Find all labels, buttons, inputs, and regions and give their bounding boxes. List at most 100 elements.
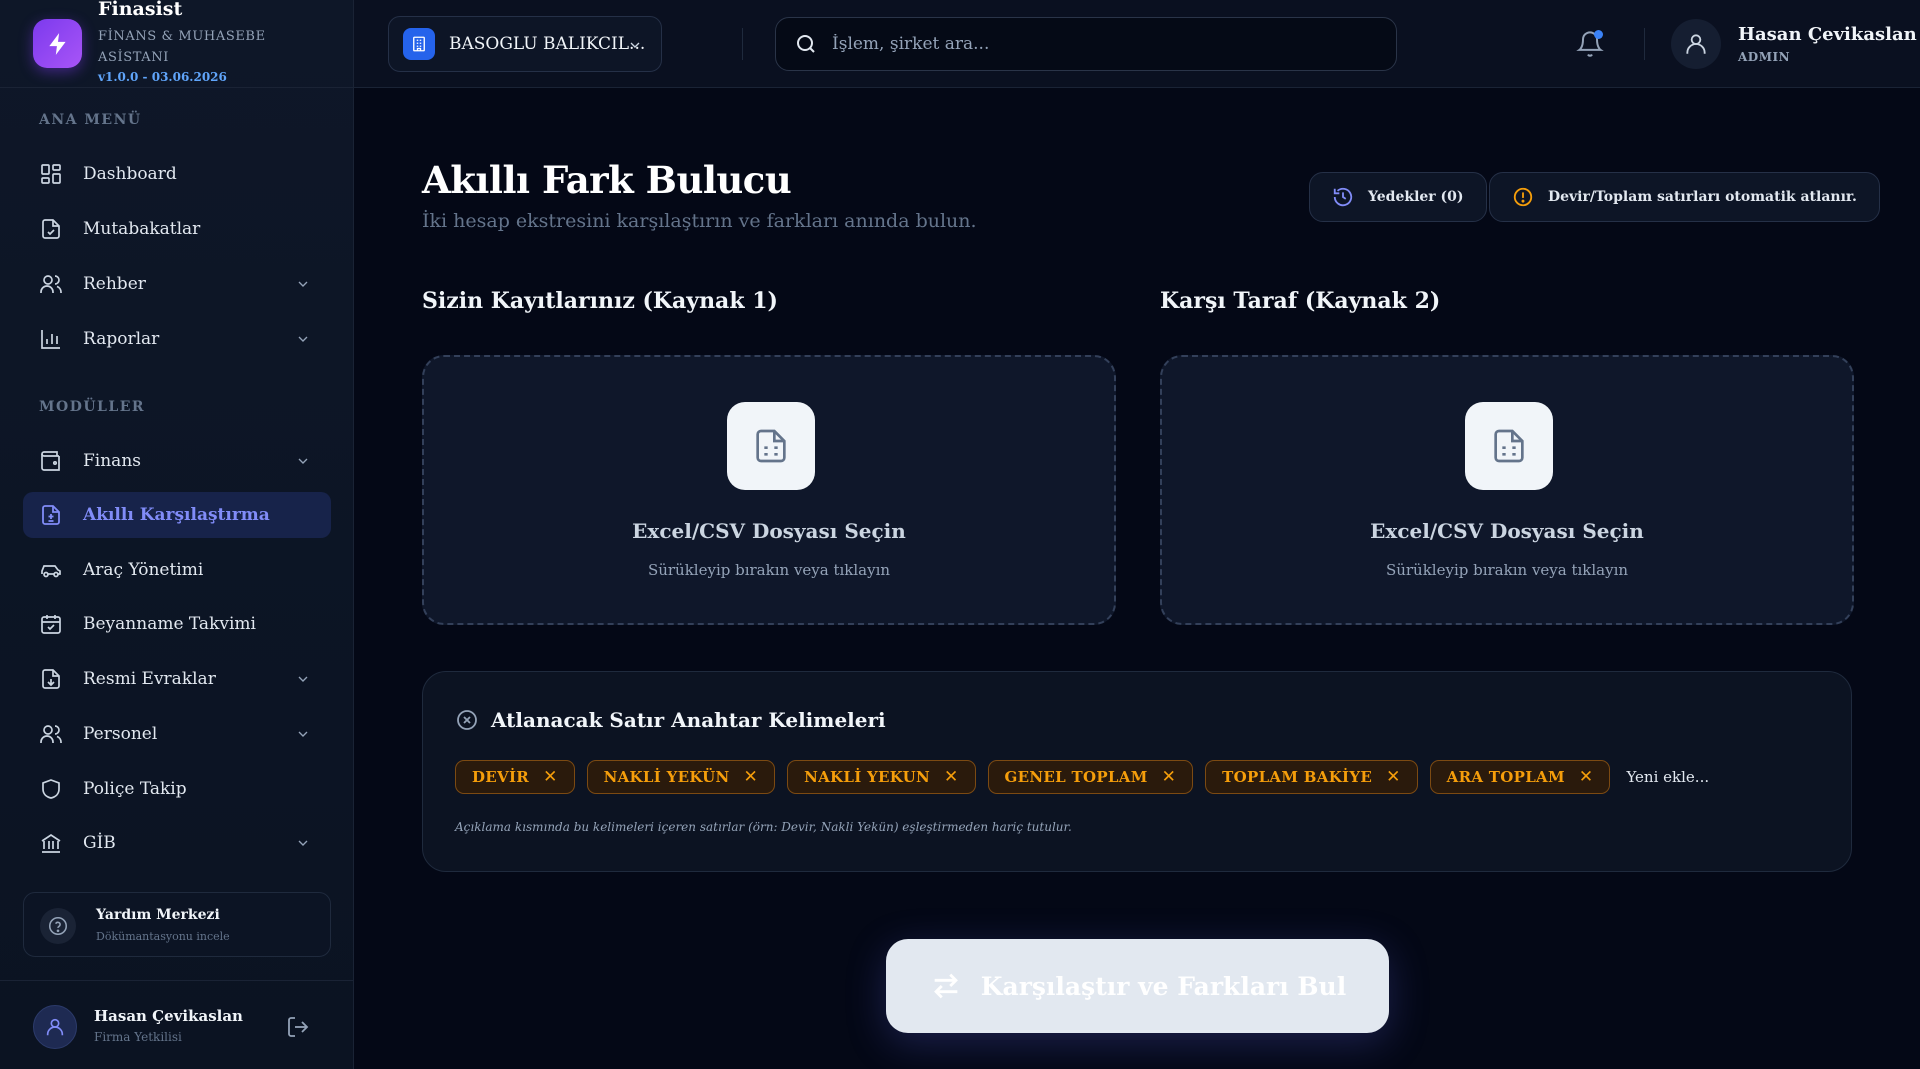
keyword-chip-label: ARA TOPLAM: [1446, 768, 1565, 786]
compare-button[interactable]: Karşılaştır ve Farkları Bul: [886, 939, 1389, 1033]
keyword-chip-label: NAKLİ YEKÜN: [603, 768, 730, 786]
section-label-modules: MODÜLLER: [39, 399, 146, 415]
close-icon[interactable]: ✕: [944, 767, 959, 787]
search-icon: [797, 35, 815, 53]
dropzone-title: Excel/CSV Dosyası Seçin: [1370, 519, 1644, 543]
close-icon[interactable]: ✕: [744, 767, 759, 787]
help-center-title: Yardım Merkezi: [96, 907, 220, 923]
source2-dropzone[interactable]: Excel/CSV Dosyası Seçin Sürükleyip bırak…: [1160, 355, 1854, 625]
page-title: Akıllı Fark Bulucu: [422, 158, 792, 202]
close-icon[interactable]: ✕: [1162, 767, 1177, 787]
document-check-icon: [42, 219, 60, 239]
keyword-chip-label: GENEL TOPLAM: [1004, 768, 1148, 786]
notification-dot: [1594, 30, 1603, 39]
compare-button-label: Karşılaştır ve Farkları Bul: [980, 971, 1347, 1001]
sidebar-item-label: Finans: [83, 451, 141, 471]
company-selector[interactable]: BASOGLU BALIKCIL...: [388, 16, 662, 72]
sidebar-item-label: GİB: [83, 833, 116, 853]
avatar[interactable]: [33, 1005, 77, 1049]
search-input[interactable]: [832, 34, 1372, 54]
dropzone-subtitle: Sürükleyip bırakın veya tıklayın: [1385, 561, 1629, 579]
keyword-chip-label: NAKLİ YEKUN: [804, 768, 930, 786]
sidebar-item-label: Akıllı Karşılaştırma: [83, 505, 270, 525]
keyword-chip-label: DEVİR: [472, 768, 530, 786]
logout-icon[interactable]: [286, 1015, 310, 1039]
sidebar-item-mutabakatlar[interactable]: Mutabakatlar: [23, 206, 331, 252]
sidebar-item-akilli-karsilastirma[interactable]: Akıllı Karşılaştırma: [23, 492, 331, 538]
sidebar-item-personel[interactable]: Personel: [23, 711, 331, 757]
sidebar-item-resmi-evraklar[interactable]: Resmi Evraklar: [23, 656, 331, 702]
shield-icon: [42, 779, 60, 799]
lightning-logo-icon: [33, 19, 82, 68]
help-center-card[interactable]: Yardım Merkezi Dökümantasyonu incele: [23, 892, 331, 957]
building-icon: [403, 28, 435, 60]
car-icon: [41, 565, 61, 578]
sidebar-item-label: Rehber: [83, 274, 146, 294]
keyword-chip: TOPLAM BAKİYE ✕: [1205, 760, 1418, 794]
sidebar-item-dashboard[interactable]: Dashboard: [23, 151, 331, 197]
chevron-down-icon: [298, 336, 308, 342]
chevron-down-icon: [298, 281, 308, 287]
sidebar-user-role: Firma Yetkilisi: [94, 1030, 182, 1044]
backups-button[interactable]: Yedekler (0): [1309, 172, 1487, 222]
page-subtitle: İki hesap ekstresini karşılaştırın ve fa…: [422, 210, 977, 232]
divider: [742, 28, 743, 60]
close-icon[interactable]: ✕: [543, 767, 558, 787]
users-icon: [40, 275, 62, 293]
chevron-down-icon: [298, 676, 308, 682]
keyword-chip: GENEL TOPLAM ✕: [987, 760, 1194, 794]
auto-skip-notice-label: Devir/Toplam satırları otomatik atlanır.: [1548, 189, 1857, 205]
auto-skip-notice: Devir/Toplam satırları otomatik atlanır.: [1489, 172, 1880, 222]
sidebar-user-footer: Hasan Çevikaslan Firma Yetkilisi: [0, 980, 354, 1069]
file-icon: [42, 669, 60, 689]
sidebar-item-label: Araç Yönetimi: [83, 560, 204, 580]
sidebar-item-gib[interactable]: GİB: [23, 820, 331, 866]
user-avatar-icon: [1671, 19, 1721, 69]
dropzone-subtitle: Sürükleyip bırakın veya tıklayın: [647, 561, 891, 579]
skip-keywords-header: Atlanacak Satır Anahtar Kelimeleri: [455, 708, 886, 732]
sidebar-item-arac-yonetimi[interactable]: Araç Yönetimi: [23, 547, 331, 593]
company-name: BASOGLU BALIKCIL...: [449, 34, 646, 54]
brand-title: Finasist: [98, 0, 183, 20]
sidebar-item-rehber[interactable]: Rehber: [23, 261, 331, 307]
source1-title: Sizin Kayıtlarınız (Kaynak 1): [422, 288, 778, 314]
close-icon[interactable]: ✕: [1579, 767, 1594, 787]
file-diff-icon: [42, 505, 60, 525]
brand-header: Finasist FİNANS & MUHASEBE ASİSTANI v1.0…: [0, 0, 354, 88]
source2-title: Karşı Taraf (Kaynak 2): [1160, 288, 1441, 314]
keyword-chip: NAKLİ YEKÜN ✕: [586, 760, 776, 794]
help-circle-icon: [40, 908, 76, 944]
source1-dropzone[interactable]: Excel/CSV Dosyası Seçin Sürükleyip bırak…: [422, 355, 1116, 625]
x-circle-icon: [457, 710, 477, 730]
notifications-button[interactable]: [1576, 30, 1604, 58]
sidebar-item-beyanname-takvimi[interactable]: Beyanname Takvimi: [23, 601, 331, 647]
calendar-icon: [41, 615, 61, 634]
keyword-chip-list: DEVİR ✕ NAKLİ YEKÜN ✕ NAKLİ YEKUN ✕ GENEL T…: [455, 760, 1767, 794]
keyword-chip-label: TOPLAM BAKİYE: [1222, 768, 1373, 786]
sidebar-item-label: Personel: [83, 724, 158, 744]
new-keyword-input[interactable]: [1626, 768, 1767, 786]
sidebar-item-raporlar[interactable]: Raporlar: [23, 316, 331, 362]
swap-arrows-icon: [933, 973, 958, 999]
spreadsheet-file-icon: [727, 402, 815, 490]
top-header: BASOGLU BALIKCIL... Hasan Çevikaslan ADM…: [354, 0, 1920, 88]
sidebar-item-label: Beyanname Takvimi: [83, 614, 256, 634]
alert-circle-icon: [1513, 187, 1533, 207]
sidebar: Finasist FİNANS & MUHASEBE ASİSTANI v1.0…: [0, 0, 354, 1069]
backups-label: Yedekler (0): [1368, 189, 1464, 205]
keyword-chip: NAKLİ YEKUN ✕: [787, 760, 976, 794]
spreadsheet-file-icon: [1465, 402, 1553, 490]
sidebar-item-label: Resmi Evraklar: [83, 669, 216, 689]
search-box: [775, 17, 1397, 71]
help-center-subtitle: Dökümantasyonu incele: [96, 930, 230, 943]
keyword-chip: DEVİR ✕: [455, 760, 575, 794]
sidebar-item-finans[interactable]: Finans: [23, 438, 331, 484]
sidebar-item-police-takip[interactable]: Poliçe Takip: [23, 766, 331, 812]
keyword-chip: ARA TOPLAM ✕: [1429, 760, 1611, 794]
bank-icon: [41, 833, 61, 853]
sidebar-user-name: Hasan Çevikaslan: [94, 1007, 243, 1025]
header-user-role: ADMIN: [1738, 50, 1791, 64]
wallet-icon: [41, 451, 60, 471]
brand-subtitle: FİNANS & MUHASEBE ASİSTANI: [98, 29, 266, 65]
close-icon[interactable]: ✕: [1386, 767, 1401, 787]
